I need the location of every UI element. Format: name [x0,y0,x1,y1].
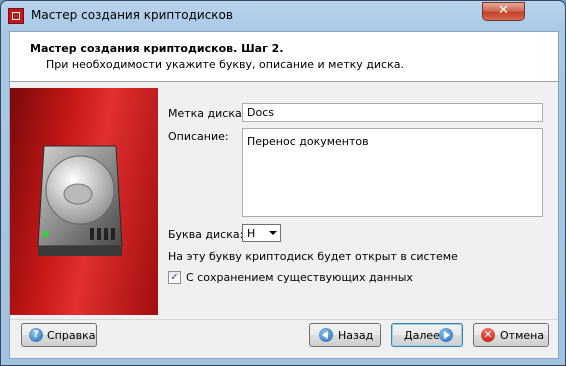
drive-letter-value: H [247,227,256,240]
wizard-header: Мастер создания криптодисков. Шаг 2. При… [10,32,558,82]
drive-letter-label: Буква диска: [168,228,244,241]
title-bar: Мастер создания криптодисков ✕ [1,1,565,31]
app-icon [8,8,24,24]
next-button-label: Далее [404,329,440,342]
back-button-label: Назад [338,329,374,342]
red-x-icon: ✕ [481,328,495,342]
side-banner [10,88,158,315]
chevron-down-icon [269,231,277,235]
step-subtitle: При необходимости укажите букву, описани… [46,58,404,71]
step-title: Мастер создания криптодисков. Шаг 2. [30,42,284,55]
description-textarea[interactable]: Перенос документов [242,128,543,217]
next-button[interactable]: Далее [391,323,463,347]
description-label: Описание: [168,130,229,143]
help-button[interactable]: ? Справка [21,323,97,347]
disk-label-input[interactable]: Docs [242,103,543,122]
close-button[interactable]: ✕ [482,2,525,21]
back-button[interactable]: Назад [309,323,381,347]
form-area: Метка диска: Docs Описание: Перенос доку… [159,88,557,315]
cancel-button-label: Отмена [500,329,545,342]
drive-letter-hint: На эту букву криптодиск будет открыт в с… [168,250,458,263]
arrow-right-icon [439,328,453,342]
hard-drive-icon [37,145,123,256]
drive-letter-select[interactable]: H [242,224,281,242]
wizard-window: Мастер создания криптодисков ✕ Мастер со… [0,0,566,366]
cancel-button[interactable]: ✕ Отмена [473,323,549,347]
window-title: Мастер создания криптодисков [31,8,233,22]
disk-label-label: Метка диска: [168,107,246,120]
footer-separator [10,319,558,320]
wizard-client-area: Мастер создания криптодисков. Шаг 2. При… [9,31,559,359]
keep-data-label[interactable]: С сохранением существующих данных [186,271,413,284]
arrow-left-icon [319,328,333,342]
question-icon: ? [29,328,43,342]
help-button-label: Справка [47,329,96,342]
keep-data-checkbox[interactable]: ✓ [168,271,181,284]
